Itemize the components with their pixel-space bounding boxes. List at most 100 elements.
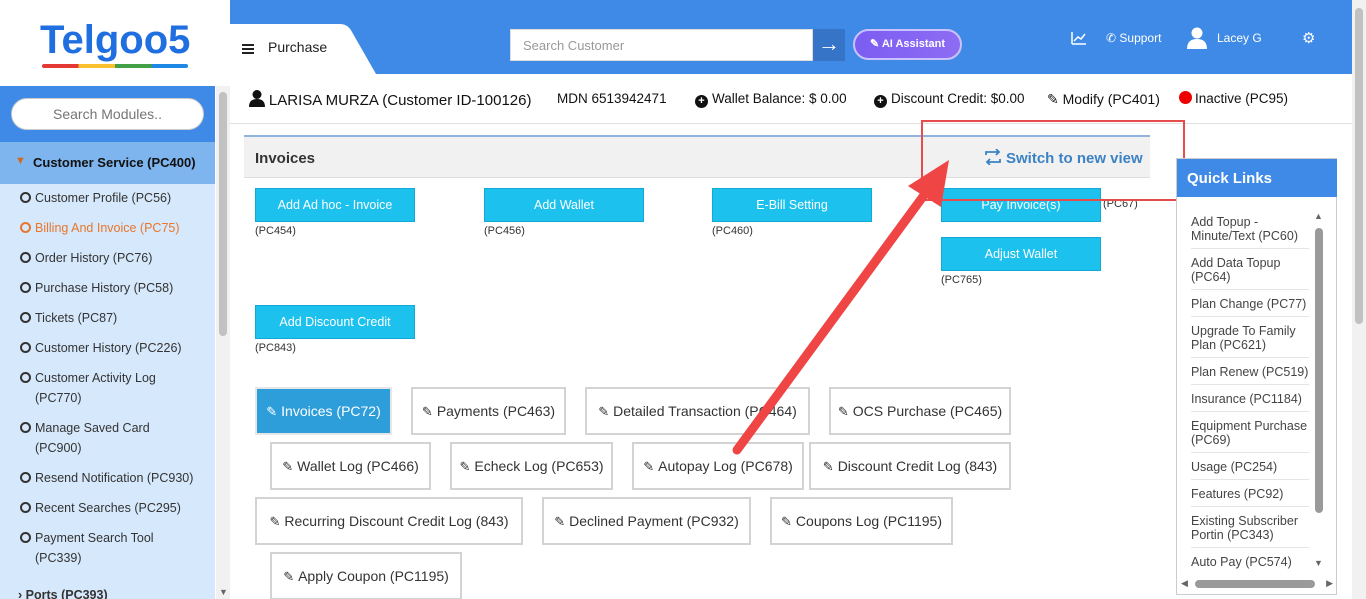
add-wallet-button[interactable]: Add Wallet [484, 188, 644, 222]
quick-link-item[interactable]: Add Topup - Minute/Text (PC60) [1191, 215, 1309, 249]
customer-info-bar: LARISA MURZA (Customer ID-100126) MDN 65… [230, 74, 1352, 124]
hamburger-menu-icon[interactable] [242, 44, 254, 54]
phone-icon: ✆ [1106, 31, 1117, 45]
red-status-dot [1179, 91, 1192, 104]
telgoo5-logo[interactable]: Telgoo5 [40, 18, 190, 63]
tab-invoices[interactable]: ✎ Invoices (PC72) [255, 387, 392, 435]
sidebar-scrollbar[interactable]: ▼ [216, 86, 230, 599]
quick-link-item[interactable]: Features (PC92) [1191, 487, 1309, 507]
tab-payments[interactable]: ✎ Payments (PC463) [411, 387, 566, 435]
action-code: (PC460) [712, 225, 753, 237]
circle-icon [20, 312, 31, 323]
person-icon [249, 90, 265, 107]
tab-coupons-log[interactable]: ✎ Coupons Log (PC1195) [770, 497, 953, 545]
sidebar-item-payment-search-tool[interactable]: Payment Search Tool (PC339) [20, 528, 154, 568]
quick-link-item[interactable]: Add Data Topup (PC64) [1191, 256, 1309, 290]
sidebar-list: Customer Profile (PC56) Billing And Invo… [0, 184, 215, 599]
tab-detailed-transaction[interactable]: ✎ Detailed Transaction (PC464) [585, 387, 810, 435]
user-avatar-icon[interactable] [1187, 27, 1207, 49]
chevron-down-icon: ▼ [15, 155, 26, 167]
plus-circle-icon: + [874, 95, 887, 108]
page-tab[interactable]: Purchase [230, 24, 376, 74]
sidebar-section-label: Customer Service (PC400) [33, 155, 196, 170]
logo-underline [42, 64, 188, 68]
invoices-title: Invoices [255, 150, 316, 167]
search-go-arrow-icon[interactable]: → [813, 29, 845, 61]
edit-icon: ✎ [598, 404, 610, 419]
user-name[interactable]: Lacey G [1217, 31, 1262, 45]
quick-links-vertical-scrollbar[interactable]: ▲ ▼ [1314, 211, 1324, 568]
tab-echeck-log[interactable]: ✎ Echeck Log (PC653) [450, 442, 613, 490]
action-code: (PC765) [941, 274, 982, 286]
page-scrollbar[interactable] [1352, 0, 1366, 599]
sidebar-item-customer-history[interactable]: Customer History (PC226) [20, 338, 182, 358]
customer-name: LARISA MURZA (Customer ID-100126) [249, 90, 531, 109]
quick-link-item[interactable]: Insurance (PC1184) [1191, 392, 1309, 412]
modify-link[interactable]: ✎ Modify (PC401) [1047, 91, 1160, 108]
sidebar-item-manage-saved-card[interactable]: Manage Saved Card (PC900) [20, 418, 150, 458]
circle-icon [20, 222, 31, 233]
circle-icon [20, 472, 31, 483]
sidebar: ▼ Customer Service (PC400) Customer Prof… [0, 86, 230, 599]
circle-icon [20, 372, 31, 383]
mdn-value: MDN 6513942471 [557, 91, 667, 106]
page-tab-label: Purchase [268, 39, 328, 55]
quick-link-item[interactable]: Auto Pay (PC574) [1191, 555, 1309, 574]
quick-link-item[interactable]: Upgrade To Family Plan (PC621) [1191, 324, 1309, 358]
tab-discount-credit-log[interactable]: ✎ Discount Credit Log (843) [809, 442, 1011, 490]
edit-icon: ✎ [837, 404, 849, 419]
ebill-setting-button[interactable]: E-Bill Setting [712, 188, 872, 222]
sidebar-item-customer-activity-log[interactable]: Customer Activity Log (PC770) [20, 368, 156, 408]
add-discount-credit-button[interactable]: Add Discount Credit [255, 305, 415, 339]
circle-icon [20, 532, 31, 543]
circle-icon [20, 192, 31, 203]
ai-assistant-button[interactable]: ✎ AI Assistant [853, 29, 962, 60]
quick-link-item[interactable]: Equipment Purchase (PC69) [1191, 419, 1309, 453]
discount-credit: + Discount Credit: $0.00 [874, 91, 1025, 108]
tab-ocs-purchase[interactable]: ✎ OCS Purchase (PC465) [829, 387, 1011, 435]
tab-wallet-log[interactable]: ✎ Wallet Log (PC466) [270, 442, 431, 490]
sidebar-item-recent-searches[interactable]: Recent Searches (PC295) [20, 498, 181, 518]
annotation-highlight-box [921, 120, 1185, 201]
edit-icon: ✎ [1047, 91, 1059, 107]
status-badge: Inactive (PC95) [1179, 91, 1288, 106]
chart-icon[interactable] [1071, 31, 1087, 48]
sidebar-item-resend-notification[interactable]: Resend Notification (PC930) [20, 468, 193, 488]
sidebar-item-order-history[interactable]: Order History (PC76) [20, 248, 152, 268]
action-code: (PC456) [484, 225, 525, 237]
edit-icon: ✎ [781, 514, 792, 529]
plus-circle-icon: + [695, 95, 708, 108]
action-code: (PC843) [255, 342, 296, 354]
edit-icon: ✎ [554, 514, 566, 529]
edit-icon: ✎ [822, 459, 834, 474]
sidebar-section-ports[interactable]: › Ports (PC393) [18, 588, 108, 599]
action-code: (PC454) [255, 225, 296, 237]
tab-autopay-log[interactable]: ✎ Autopay Log (PC678) [632, 442, 804, 490]
quick-links-panel: Quick Links Add Topup - Minute/Text (PC6… [1176, 158, 1337, 595]
search-modules-input[interactable] [11, 98, 204, 130]
search-customer-input[interactable] [510, 29, 813, 61]
circle-icon [20, 342, 31, 353]
sidebar-item-tickets[interactable]: Tickets (PC87) [20, 308, 117, 328]
circle-icon [20, 282, 31, 293]
sidebar-item-customer-profile[interactable]: Customer Profile (PC56) [20, 188, 171, 208]
quick-link-item[interactable]: Usage (PC254) [1191, 460, 1309, 480]
tab-apply-coupon[interactable]: ✎ Apply Coupon (PC1195) [270, 552, 462, 599]
tab-declined-payment[interactable]: ✎ Declined Payment (PC932) [542, 497, 751, 545]
support-link[interactable]: ✆ Support [1106, 31, 1161, 45]
quick-link-item[interactable]: Existing Subscriber Portin (PC343) [1191, 514, 1309, 548]
gear-icon[interactable]: ⚙ [1302, 29, 1315, 47]
quick-links-horizontal-scrollbar[interactable]: ◀ ▶ [1181, 578, 1333, 590]
sidebar-item-billing-and-invoice[interactable]: Billing And Invoice (PC75) [20, 218, 180, 238]
add-adhoc-invoice-button[interactable]: Add Ad hoc - Invoice [255, 188, 415, 222]
edit-icon: ✎ [266, 404, 278, 419]
logo-area: Telgoo5 [0, 0, 230, 86]
edit-icon: ✎ [282, 459, 294, 474]
tab-recurring-discount-credit-log[interactable]: ✎ Recurring Discount Credit Log (843) [255, 497, 523, 545]
sidebar-section-customer-service[interactable]: ▼ Customer Service (PC400) [0, 142, 215, 184]
sidebar-item-purchase-history[interactable]: Purchase History (PC58) [20, 278, 173, 298]
adjust-wallet-button[interactable]: Adjust Wallet [941, 237, 1101, 271]
quick-link-item[interactable]: Plan Change (PC77) [1191, 297, 1309, 317]
quick-link-item[interactable]: Plan Renew (PC519) [1191, 365, 1309, 385]
edit-icon: ✎ [459, 459, 471, 474]
